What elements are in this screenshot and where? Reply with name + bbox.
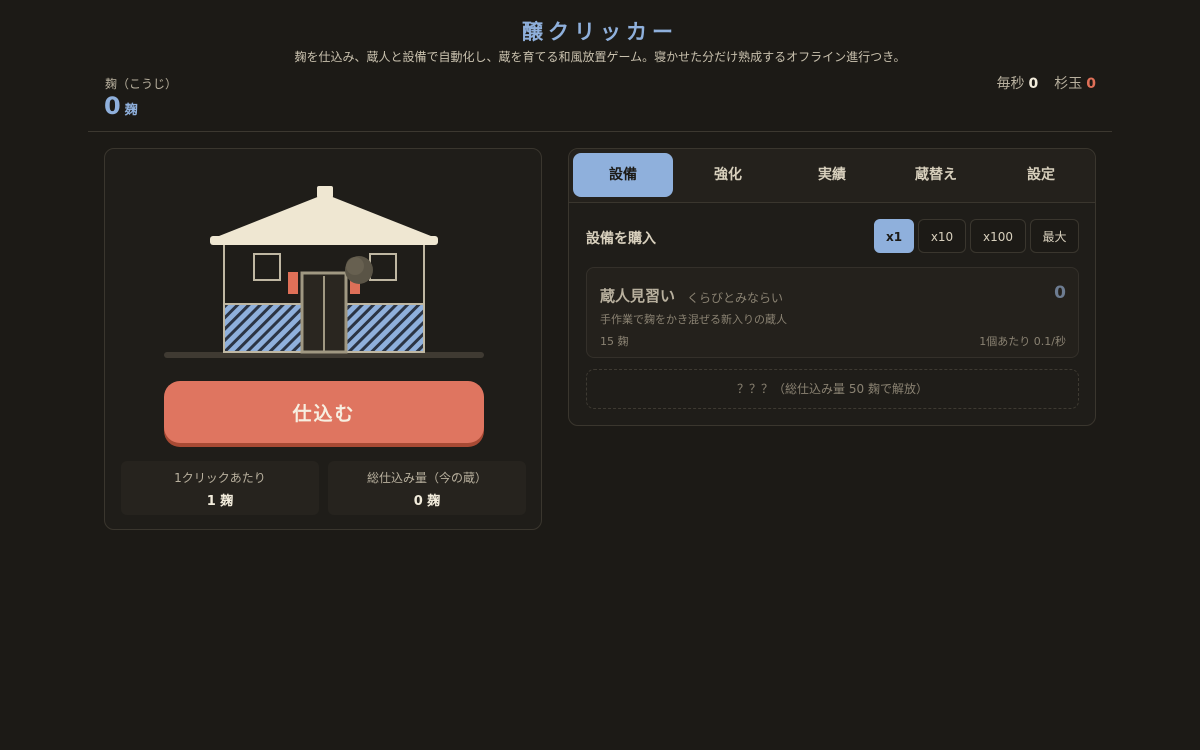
tab-achievements[interactable]: 実績: [782, 153, 882, 197]
tab-prestige[interactable]: 蔵替え: [886, 153, 986, 197]
equipment-item-apprentice[interactable]: 蔵人見習い くらびとみならい 0 手作業で麹をかき混ぜる新入りの蔵人 15 麹 …: [586, 267, 1079, 358]
item-reading: くらびとみならい: [687, 291, 784, 305]
per-click-stat-box: 1クリックあたり 1 麹: [121, 461, 319, 515]
tab-equipment[interactable]: 設備: [573, 153, 673, 197]
brewery-house-illustration[interactable]: [164, 184, 486, 362]
total-brewed-label: 総仕込み量（今の蔵）: [366, 471, 487, 485]
sugidama-label: 杉玉: [1054, 76, 1083, 92]
per-second-stat: 毎秒 0: [997, 73, 1039, 93]
item-description: 手作業で麹をかき混ぜる新入りの蔵人: [600, 313, 787, 326]
tab-upgrades[interactable]: 強化: [678, 153, 778, 197]
section-title: 設備を購入: [586, 231, 656, 247]
item-rate: 1個あたり 0.1/秒: [979, 335, 1066, 348]
koji-value: 0: [104, 92, 121, 120]
locked-item-placeholder: ？？？（総仕込み量 50 麹で解放）: [586, 369, 1079, 409]
brew-button[interactable]: 仕込む: [164, 381, 484, 443]
app-root: 醸クリッカー 麹を仕込み、蔵人と設備で自動化し、蔵を育てる和風放置ゲーム。寝かせ…: [0, 0, 1200, 750]
koji-unit: 麹: [124, 103, 138, 118]
game-title: 醸クリッカー: [522, 20, 678, 44]
total-brewed-stat-box: 総仕込み量（今の蔵） 0 麹: [328, 461, 526, 515]
brewery-panel: 仕込む 1クリックあたり 1 麹 総仕込み量（今の蔵） 0 麹: [104, 148, 542, 530]
tab-settings[interactable]: 設定: [991, 153, 1091, 197]
total-brewed-value: 0 麹: [413, 494, 441, 509]
multiplier-x10-button[interactable]: x10: [918, 219, 966, 253]
multiplier-x1-button[interactable]: x1: [874, 219, 914, 253]
shop-panel: 設備 強化 実績 蔵替え 設定 設備を購入 x1 x10 x100 最大 蔵人見…: [568, 148, 1096, 426]
sugidama-stat: 杉玉 0: [1054, 73, 1096, 93]
per-click-label: 1クリックあたり: [174, 471, 266, 485]
header-divider: [88, 131, 1112, 132]
per-second-value: 0: [1028, 76, 1039, 92]
sugidama-value: 0: [1086, 76, 1096, 92]
koji-counter: 0 麹: [104, 92, 138, 120]
multiplier-x100-button[interactable]: x100: [970, 219, 1026, 253]
per-second-label: 毎秒: [996, 76, 1025, 92]
item-name: 蔵人見習い: [600, 287, 676, 305]
tab-bar: 設備 強化 実績 蔵替え 設定: [569, 149, 1095, 203]
multiplier-max-button[interactable]: 最大: [1030, 219, 1079, 253]
item-cost: 15 麹: [600, 335, 629, 348]
item-owned-count: 0: [1054, 283, 1066, 303]
koji-label: 麹（こうじ）: [105, 77, 178, 91]
game-subtitle: 麹を仕込み、蔵人と設備で自動化し、蔵を育てる和風放置ゲーム。寝かせた分だけ熟成す…: [294, 50, 906, 64]
top-stats: 毎秒 0 杉玉 0: [997, 73, 1097, 93]
per-click-value: 1 麹: [206, 494, 234, 509]
